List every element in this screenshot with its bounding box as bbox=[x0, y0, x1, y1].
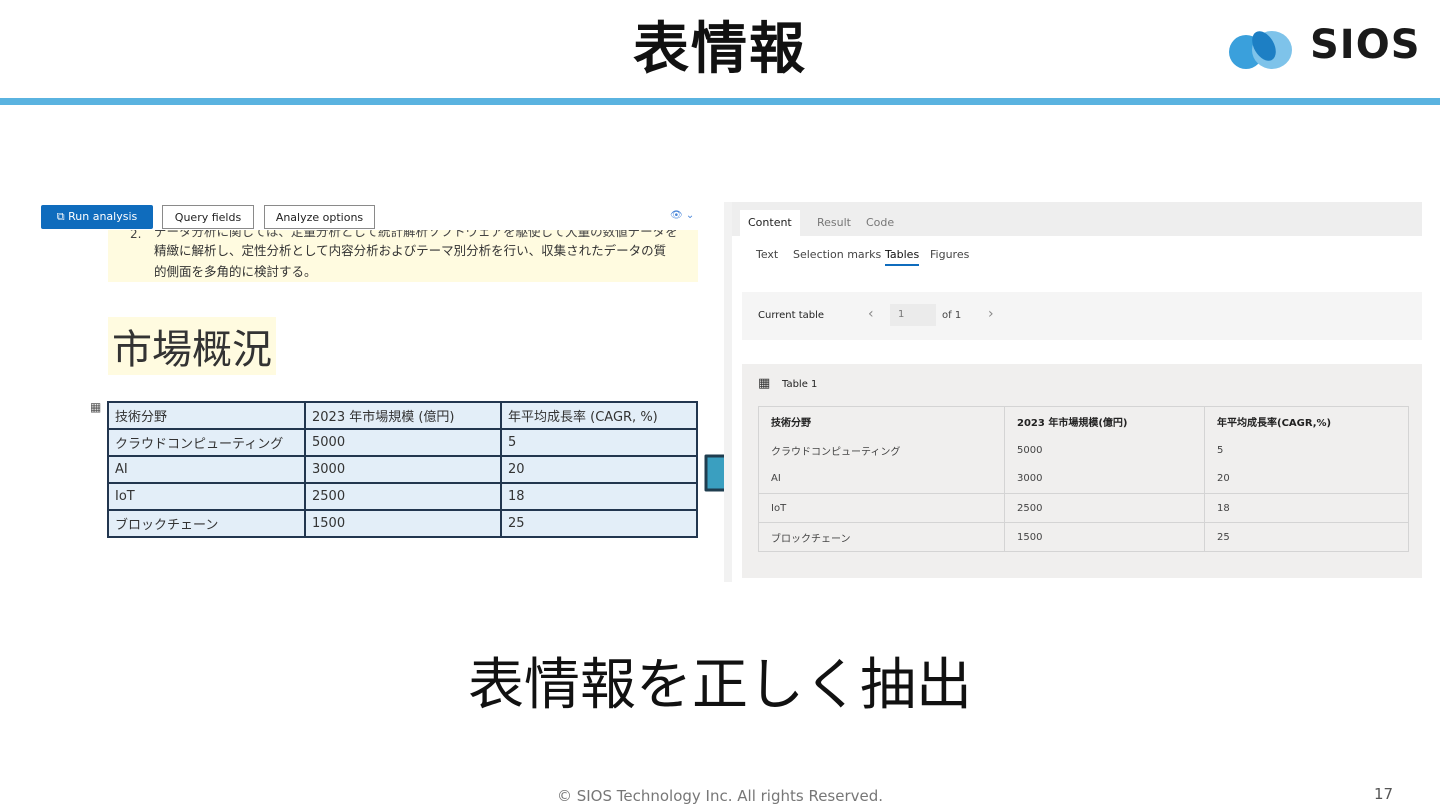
document-table: 技術分野 2023 年市場規模 (億円) 年平均成長率 (CAGR, %) クラ… bbox=[107, 401, 698, 538]
table-cell: 技術分野 bbox=[771, 417, 811, 429]
slide-caption: 表情報を正しく抽出 bbox=[468, 653, 972, 718]
tab-code[interactable]: Code bbox=[858, 210, 902, 236]
table-cell: 3000 bbox=[304, 455, 502, 484]
tab-result[interactable]: Result bbox=[809, 210, 859, 236]
paragraph-line: 的側面を多角的に検討する。 bbox=[154, 264, 317, 279]
table-cell: 25 bbox=[500, 509, 698, 538]
table-cell: 5000 bbox=[304, 428, 502, 457]
table-row: ブロックチェーン 1500 25 bbox=[758, 522, 1409, 552]
page-number: 17 bbox=[1374, 785, 1394, 803]
table-cell: 1500 bbox=[1004, 522, 1205, 552]
chevron-left-icon[interactable]: ‹ bbox=[868, 306, 874, 322]
table-cell: IoT bbox=[107, 482, 306, 511]
table-cell: AI bbox=[771, 473, 781, 485]
table-row: IoT 2500 18 bbox=[107, 482, 698, 511]
subtab-tables[interactable]: Tables bbox=[885, 248, 920, 266]
table-cell: 20 bbox=[1204, 464, 1409, 494]
view-toggle-chevron-icon[interactable]: 👁 ⌄ bbox=[670, 210, 694, 221]
table-cell: ブロックチェーン bbox=[107, 509, 306, 538]
table-cell: クラウドコンピューティング bbox=[107, 428, 306, 457]
analyze-options-button[interactable]: Analyze options bbox=[264, 205, 375, 229]
right-screenshot: Content Result Code Text Selection marks… bbox=[724, 202, 1422, 582]
header-divider bbox=[0, 98, 1440, 105]
paragraph-line: 精緻に解析し、定性分析として内容分析およびテーマ別分析を行い、収集されたデータの… bbox=[154, 243, 667, 258]
chevron-right-icon[interactable]: › bbox=[988, 306, 994, 322]
table-cell: 2500 bbox=[304, 482, 502, 511]
table-cell: 18 bbox=[1204, 493, 1409, 523]
slide-title: 表情報 bbox=[633, 17, 807, 82]
table-row: AI 3000 20 bbox=[759, 464, 1409, 494]
extracted-table: 技術分野 2023 年市場規模(億円) 年平均成長率(CAGR,%) クラウドコ… bbox=[758, 406, 1409, 552]
table-cell: 20 bbox=[500, 455, 698, 484]
left-screenshot: ⧉ Run analysis Query fields Analyze opti… bbox=[38, 200, 718, 568]
table-cell: クラウドコンピューティング bbox=[771, 446, 901, 458]
current-table-panel: Current table ‹ 1 of 1 › bbox=[742, 292, 1422, 340]
table-cell: IoT bbox=[758, 493, 1005, 523]
table-row: AI 3000 20 bbox=[107, 455, 698, 484]
table-cell: 25 bbox=[1204, 522, 1409, 552]
table-row: ブロックチェーン 1500 25 bbox=[107, 509, 698, 538]
table-icon: ▦ bbox=[758, 376, 771, 391]
table-cell: 技術分野 bbox=[107, 401, 306, 430]
table-cell: 2023 年市場規模 (億円) bbox=[304, 401, 502, 430]
document-paragraph: 2. データ分析に関しては、定量分析として統計解析ソフトウェアを駆使して大量の数… bbox=[108, 230, 698, 282]
table-cell: 年平均成長率 (CAGR, %) bbox=[500, 401, 698, 430]
table-cell: 2500 bbox=[1004, 493, 1205, 523]
table-panel: ▦ Table 1 技術分野 2023 年市場規模(億円) 年平均成長率(CAG… bbox=[742, 364, 1422, 578]
copyright-text: © SIOS Technology Inc. All rights Reserv… bbox=[556, 787, 884, 805]
table-cell: 1500 bbox=[304, 509, 502, 538]
table-cell: ブロックチェーン bbox=[758, 522, 1005, 552]
subtab-figures[interactable]: Figures bbox=[930, 248, 969, 261]
table-cell: 5 bbox=[1204, 435, 1409, 465]
table-cell: 2023 年市場規模(億円) bbox=[1004, 406, 1205, 436]
table-icon: ▦ bbox=[90, 400, 102, 414]
result-tabbar: Content Result Code bbox=[732, 202, 1422, 236]
table-cell: 5 bbox=[500, 428, 698, 457]
current-table-label: Current table bbox=[758, 310, 825, 321]
table-header-row: 技術分野 2023 年市場規模 (億円) 年平均成長率 (CAGR, %) bbox=[107, 401, 698, 430]
subtab-selection-marks[interactable]: Selection marks bbox=[793, 248, 881, 261]
table-cell: 3000 bbox=[1004, 464, 1205, 494]
run-analysis-label: Run analysis bbox=[68, 210, 138, 223]
run-analysis-button[interactable]: ⧉ Run analysis bbox=[41, 205, 153, 229]
table-cell: 年平均成長率(CAGR,%) bbox=[1204, 406, 1409, 436]
logo-text: SIOS bbox=[1310, 22, 1421, 68]
table-row: IoT 2500 18 bbox=[758, 493, 1409, 523]
table-cell: 5000 bbox=[1004, 435, 1205, 465]
current-table-input[interactable]: 1 bbox=[890, 304, 936, 326]
table-count-label: of 1 bbox=[942, 310, 962, 321]
query-fields-button[interactable]: Query fields bbox=[162, 205, 254, 229]
table-row: クラウドコンピューティング 5000 5 bbox=[107, 428, 698, 457]
table-row: クラウドコンピューティング 5000 5 bbox=[759, 435, 1409, 465]
table-header-row: 技術分野 2023 年市場規模(億円) 年平均成長率(CAGR,%) bbox=[759, 406, 1409, 436]
table-title: Table 1 bbox=[782, 379, 818, 390]
list-number: 2. bbox=[130, 230, 142, 240]
table-cell: 18 bbox=[500, 482, 698, 511]
paragraph-line-clipped: データ分析に関しては、定量分析として統計解析ソフトウェアを駆使して大量の数値デー… bbox=[154, 230, 678, 239]
table-cell: AI bbox=[107, 455, 306, 484]
subtab-text[interactable]: Text bbox=[756, 248, 778, 261]
section-heading: 市場概況 bbox=[108, 317, 276, 375]
tab-content[interactable]: Content bbox=[740, 210, 800, 236]
scan-icon: ⧉ bbox=[56, 210, 69, 223]
